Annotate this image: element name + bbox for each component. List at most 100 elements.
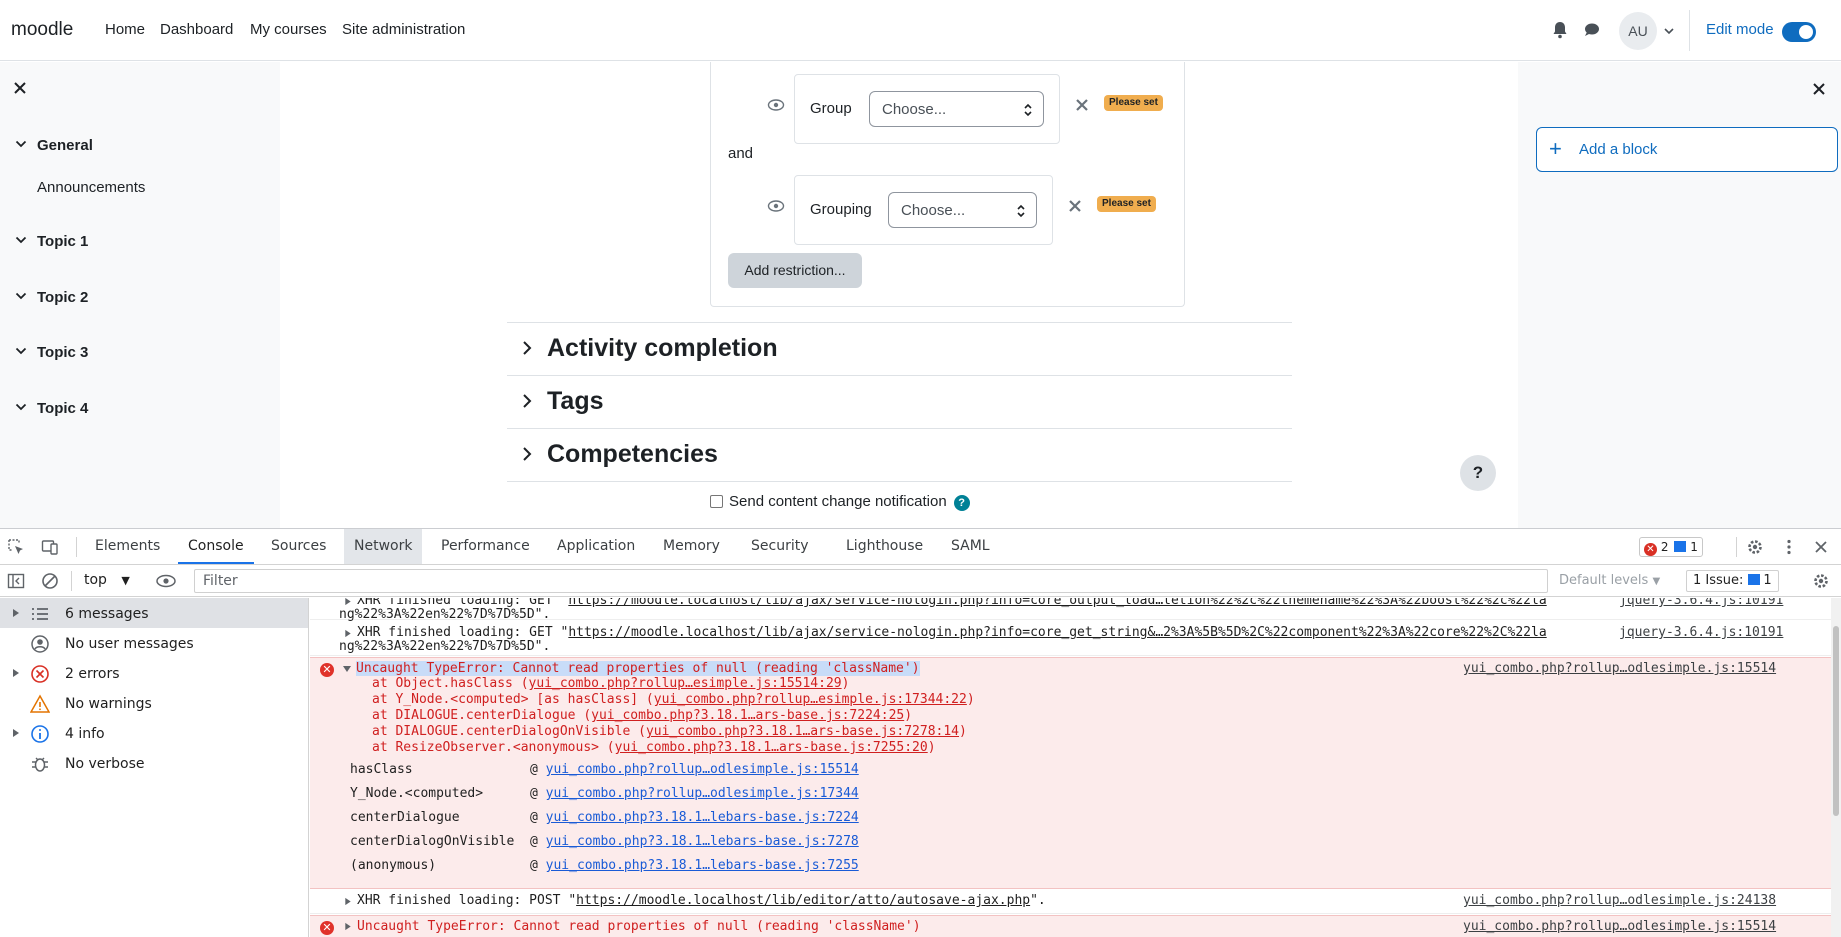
device-toolbar-icon[interactable] — [41, 538, 59, 556]
section-label[interactable]: Topic 1 — [37, 233, 88, 250]
sidebar-item-messages[interactable]: 6 messages — [0, 598, 308, 628]
section-tags[interactable]: Tags — [507, 375, 1292, 428]
tab-application[interactable]: Application — [547, 529, 645, 564]
section-competencies[interactable]: Competencies — [507, 428, 1292, 481]
section-label[interactable]: Topic 3 — [37, 344, 88, 361]
collapse-arrow-icon[interactable] — [342, 665, 352, 673]
log-source-link[interactable]: yui_combo.php?rollup…odlesimple.js:15514 — [1463, 661, 1776, 676]
section-title[interactable]: Tags — [547, 387, 604, 416]
log-levels-dropdown[interactable]: Default levels ▼ — [1559, 573, 1660, 588]
sidebar-item-warnings[interactable]: No warnings — [0, 688, 308, 718]
edit-mode-label[interactable]: Edit mode — [1706, 21, 1774, 38]
chevron-right-icon[interactable] — [519, 393, 535, 409]
chevron-right-icon[interactable] — [519, 340, 535, 356]
group-select[interactable]: Choose... — [869, 91, 1044, 127]
scrollbar-thumb[interactable] — [1833, 626, 1839, 816]
expand-arrow-icon[interactable] — [344, 598, 352, 606]
course-section-topic-3[interactable]: Topic 3 — [14, 344, 88, 361]
expand-arrow-icon[interactable] — [344, 897, 352, 906]
frame-location-link[interactable]: yui_combo.php?3.18.1…lebars-base.js:7224 — [546, 810, 859, 825]
clear-console-icon[interactable] — [41, 572, 59, 590]
log-source-link[interactable]: jquery-3.6.4.js:10191 — [1619, 598, 1783, 608]
log-source-link[interactable]: yui_combo.php?rollup…odlesimple.js:15514 — [1463, 919, 1776, 934]
chevron-down-icon[interactable] — [14, 137, 28, 151]
log-source-link[interactable]: jquery-3.6.4.js:10191 — [1619, 625, 1783, 640]
tab-security[interactable]: Security — [741, 529, 819, 564]
sidebar-toggle-icon[interactable] — [7, 572, 25, 590]
frame-location-link[interactable]: yui_combo.php?3.18.1…lebars-base.js:7278 — [546, 834, 859, 849]
console-filter-input[interactable]: Filter — [194, 569, 1548, 593]
course-section-topic-2[interactable]: Topic 2 — [14, 289, 88, 306]
add-restriction-button[interactable]: Add restriction... — [728, 253, 862, 288]
chevron-right-icon[interactable] — [519, 446, 535, 462]
console-counts-badge[interactable]: ✕ 2 1 — [1639, 537, 1703, 557]
stack-location-link[interactable]: yui_combo.php?3.18.1…ars-base.js:7255:20 — [615, 740, 928, 755]
close-devtools-icon[interactable] — [1812, 538, 1830, 556]
sidebar-item-user-messages[interactable]: No user messages — [0, 628, 308, 658]
frame-location-link[interactable]: yui_combo.php?rollup…odlesimple.js:15514 — [546, 762, 859, 777]
chevron-down-icon[interactable] — [14, 344, 28, 358]
nav-site-administration[interactable]: Site administration — [342, 21, 465, 38]
course-section-topic-1[interactable]: Topic 1 — [14, 233, 88, 250]
section-title[interactable]: Activity completion — [547, 334, 778, 363]
log-source-link[interactable]: yui_combo.php?rollup…odlesimple.js:24138 — [1463, 893, 1776, 908]
tab-lighthouse[interactable]: Lighthouse — [836, 529, 933, 564]
gear-icon[interactable] — [1746, 538, 1764, 556]
error-message[interactable]: Uncaught TypeError: Cannot read properti… — [357, 919, 921, 934]
chat-icon[interactable] — [1581, 19, 1603, 41]
close-drawer-icon[interactable] — [1811, 81, 1827, 97]
notify-checkbox[interactable] — [710, 495, 723, 508]
tab-performance[interactable]: Performance — [431, 529, 540, 564]
stack-location-link[interactable]: yui_combo.php?3.18.1…ars-base.js:7278:14 — [646, 724, 959, 739]
notify-label[interactable]: Send content change notification — [729, 493, 947, 510]
expand-arrow-icon[interactable] — [344, 629, 352, 638]
section-activity-completion[interactable]: Activity completion — [507, 322, 1292, 375]
log-url[interactable]: https://moodle.localhost/lib/ajax/servic… — [568, 625, 1546, 640]
console-scrollbar[interactable] — [1831, 598, 1841, 937]
close-drawer-icon[interactable] — [12, 80, 28, 96]
nav-my-courses[interactable]: My courses — [250, 21, 327, 38]
tab-memory[interactable]: Memory — [653, 529, 730, 564]
frame-location-link[interactable]: yui_combo.php?rollup…odlesimple.js:17344 — [546, 786, 859, 801]
section-title[interactable]: Competencies — [547, 440, 718, 469]
sidebar-item-verbose[interactable]: No verbose — [0, 748, 308, 778]
expand-arrow-icon[interactable] — [344, 922, 352, 931]
site-logo[interactable]: moodle — [11, 19, 73, 41]
expand-arrow-icon[interactable] — [12, 668, 20, 678]
course-item-announcements[interactable]: Announcements — [37, 179, 145, 196]
eye-icon[interactable] — [767, 199, 785, 213]
chevron-down-icon[interactable] — [14, 233, 28, 247]
tab-saml[interactable]: SAML — [941, 529, 1000, 564]
help-icon[interactable]: ? — [953, 495, 970, 511]
delete-condition-icon[interactable] — [1068, 199, 1082, 213]
issues-button[interactable]: 1 Issue: 1 — [1686, 570, 1779, 592]
help-button[interactable]: ? — [1460, 455, 1496, 491]
course-section-general[interactable]: General — [14, 137, 93, 154]
tab-elements[interactable]: Elements — [85, 529, 170, 564]
stack-location-link[interactable]: yui_combo.php?rollup…esimple.js:17344:22 — [654, 692, 967, 707]
chevron-down-icon[interactable] — [14, 289, 28, 303]
context-selector[interactable]: top ▼ — [84, 572, 130, 588]
more-options-icon[interactable] — [1780, 538, 1798, 556]
chevron-down-icon[interactable] — [1662, 24, 1676, 38]
expand-arrow-icon[interactable] — [12, 728, 20, 738]
log-url[interactable]: https://moodle.localhost/lib/ajax/servic… — [568, 598, 1546, 608]
section-label[interactable]: Topic 4 — [37, 400, 88, 417]
section-label[interactable]: Topic 2 — [37, 289, 88, 306]
inspect-element-icon[interactable] — [7, 538, 25, 556]
course-section-topic-4[interactable]: Topic 4 — [14, 400, 88, 417]
frame-location-link[interactable]: yui_combo.php?3.18.1…lebars-base.js:7255 — [546, 858, 859, 873]
chevron-down-icon[interactable] — [14, 400, 28, 414]
section-label[interactable]: General — [37, 137, 93, 154]
sidebar-item-errors[interactable]: 2 errors — [0, 658, 308, 688]
add-block-button[interactable]: + Add a block — [1536, 127, 1838, 172]
user-avatar[interactable]: AU — [1619, 12, 1657, 50]
nav-dashboard[interactable]: Dashboard — [160, 21, 233, 38]
tab-network[interactable]: Network — [344, 529, 423, 564]
sidebar-item-info[interactable]: 4 info — [0, 718, 308, 748]
expand-arrow-icon[interactable] — [12, 608, 20, 618]
bell-icon[interactable] — [1549, 19, 1571, 41]
nav-home[interactable]: Home — [105, 21, 145, 38]
tab-sources[interactable]: Sources — [261, 529, 336, 564]
tab-console[interactable]: Console — [178, 529, 254, 564]
